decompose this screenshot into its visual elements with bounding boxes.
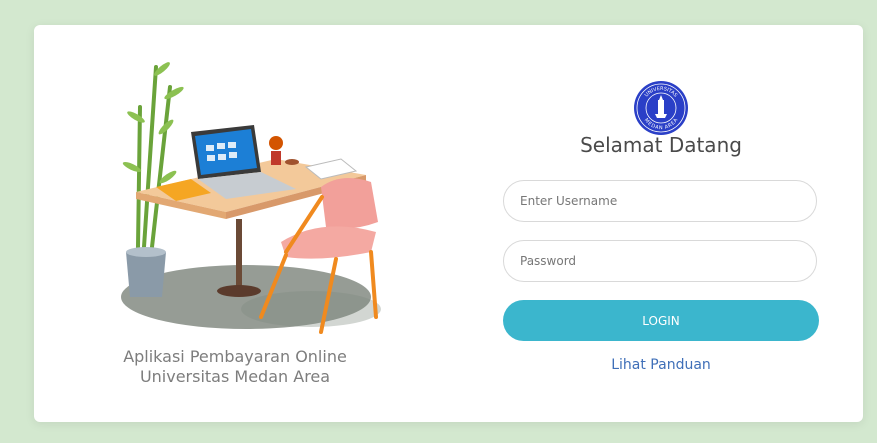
welcome-title: Selamat Datang: [580, 133, 742, 157]
username-input[interactable]: [503, 180, 817, 222]
desk-illustration: [121, 62, 381, 334]
app-caption-line1: Aplikasi Pembayaran Online: [123, 347, 347, 366]
app-caption: Aplikasi Pembayaran Online Universitas M…: [79, 347, 391, 387]
university-seal-icon: UNIVERSITAS MEDAN AREA: [634, 81, 688, 135]
guide-link[interactable]: Lihat Panduan: [503, 357, 819, 373]
login-button[interactable]: LOGIN: [503, 300, 819, 341]
password-input[interactable]: [503, 240, 817, 282]
login-card: Aplikasi Pembayaran Online Universitas M…: [34, 25, 863, 422]
app-caption-line2: Universitas Medan Area: [139, 367, 331, 386]
